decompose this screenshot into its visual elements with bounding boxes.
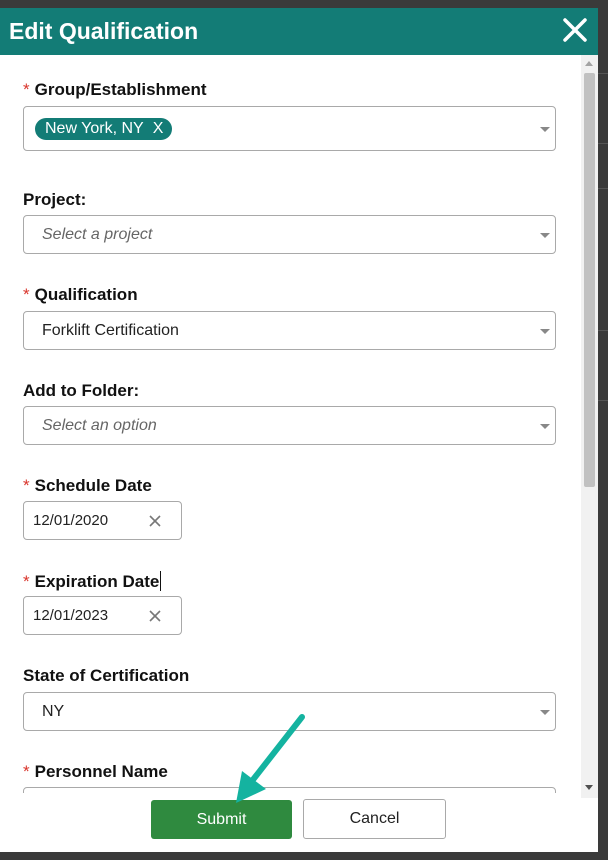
required-marker: * [23,80,30,99]
chevron-down-icon [540,710,550,715]
modal-header: Edit Qualification [0,8,598,55]
clear-icon[interactable] [148,514,162,528]
folder-label: Add to Folder: [23,381,140,400]
folder-select[interactable]: Select an option [23,406,556,445]
clear-icon[interactable] [148,609,162,623]
selected-tag: New York, NY X [35,118,173,140]
state-select[interactable]: NY [23,692,556,731]
modal-title: Edit Qualification [9,18,199,44]
chevron-down-icon [540,424,550,429]
project-label: Project: [23,190,87,209]
project-placeholder: Select a project [42,226,153,243]
required-marker: * [23,572,30,591]
text-cursor [160,571,162,591]
state-label: State of Certification [23,666,190,685]
scroll-up-icon[interactable] [585,61,593,66]
required-marker: * [23,285,30,304]
qualification-select[interactable]: Forklift Certification [23,311,556,350]
schedule-date-field[interactable]: 12/01/2020 [23,501,182,540]
group-establishment-select[interactable]: New York, NY X [23,106,556,151]
expiration-date-label: * Expiration Date [23,571,162,591]
cancel-button[interactable]: Cancel [303,799,446,839]
scroll-down-icon[interactable] [585,785,593,790]
chevron-down-icon [540,329,550,334]
group-establishment-label: * Group/Establishment [23,80,207,99]
modal-body[interactable]: * Group/Establishment New York, NY X Proje… [0,55,598,793]
background-page [598,0,608,860]
edit-qualification-modal: Edit Qualification * Group/Establishment … [0,8,598,852]
tag-label: New York, NY [45,120,144,137]
modal-footer: Submit Cancel [0,793,581,852]
project-select[interactable]: Select a project [23,215,556,254]
qualification-label: * Qualification [23,285,138,304]
submit-button[interactable]: Submit [151,800,292,839]
chevron-down-icon [540,233,550,238]
personnel-label: * Personnel Name [23,762,168,781]
required-marker: * [23,762,30,781]
state-value: NY [42,703,65,720]
expiration-date-value: 12/01/2023 [33,607,109,624]
qualification-value: Forklift Certification [42,322,179,339]
schedule-date-label: * Schedule Date [23,476,152,495]
required-marker: * [23,476,30,495]
schedule-date-value: 12/01/2020 [33,512,109,529]
chevron-down-icon [540,127,550,132]
expiration-date-field[interactable]: 12/01/2023 [23,596,182,635]
folder-placeholder: Select an option [42,417,157,434]
scroll-thumb[interactable] [584,73,595,487]
tag-remove-icon[interactable]: X [153,120,164,137]
close-icon[interactable] [561,16,589,44]
scrollbar[interactable] [581,55,598,798]
